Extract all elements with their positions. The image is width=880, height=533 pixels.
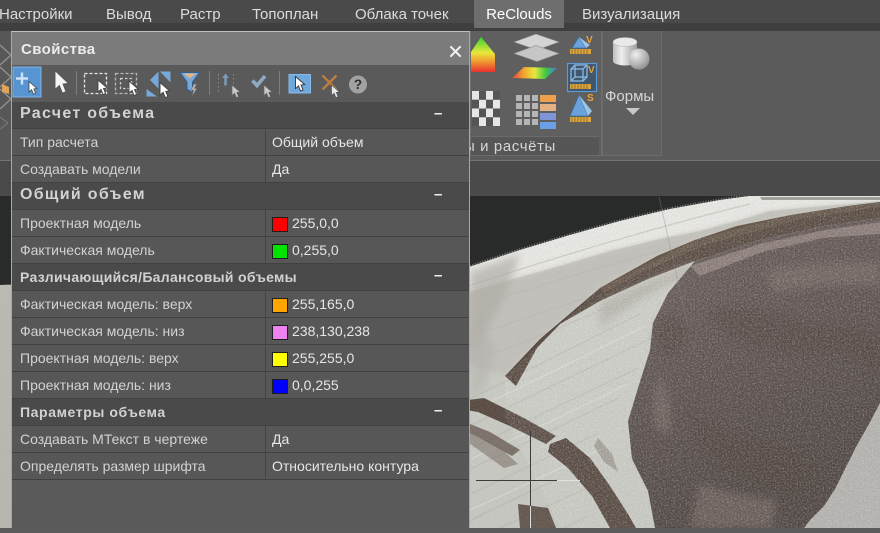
svg-text:V: V [586,35,593,46]
svg-text:V: V [588,65,595,76]
svg-text:S: S [587,93,594,104]
svg-text:?: ? [354,77,362,92]
